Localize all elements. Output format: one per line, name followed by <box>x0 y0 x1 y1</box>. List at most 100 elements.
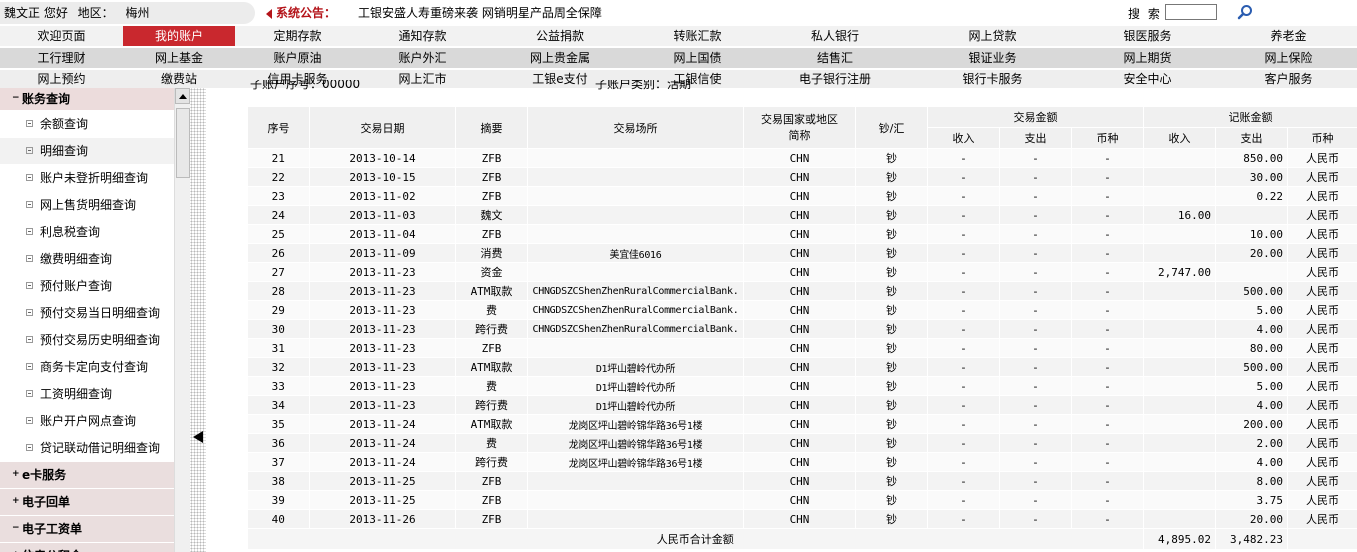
nav-item-2-5[interactable]: 网上贵金属 <box>485 48 635 68</box>
sidebar-section-2[interactable]: + e卡服务 <box>0 462 174 489</box>
cell-t-out: - <box>999 471 1072 491</box>
nav-item-2-8[interactable]: 银证业务 <box>910 48 1075 68</box>
sidebar-item[interactable]: 预付交易历史明细查询 <box>0 327 174 354</box>
table-row: 25 2013-11-04 ZFB CHN 钞 - - -10.00 人民币 <box>247 224 1357 244</box>
cell-b-cur: 人民币 <box>1287 224 1357 244</box>
cell-b-out: 500.00 <box>1215 281 1288 301</box>
cell-t-out: - <box>999 300 1072 320</box>
cell-t-out: - <box>999 186 1072 206</box>
table-row: 38 2013-11-25 ZFB CHN 钞 - - -8.00 人民币 <box>247 471 1357 491</box>
cell-b-out: 2.00 <box>1215 433 1288 453</box>
collapse-icon[interactable]: − <box>12 524 20 533</box>
cell-b-cur: 人民币 <box>1287 205 1357 225</box>
cell-t-out: - <box>999 395 1072 415</box>
sidebar-item[interactable]: 余额查询 <box>0 111 174 138</box>
sidebar-item-label: 明细查询 <box>40 144 89 158</box>
nav-item-2-10[interactable]: 网上保险 <box>1220 48 1357 68</box>
cell-t-cur: - <box>1071 452 1144 472</box>
cell-t-out: - <box>999 357 1072 377</box>
cell-summary: ZFB <box>455 224 528 244</box>
table-row: 30 2013-11-23 跨行费 CHNGDSZCShenZhenRuralComm… <box>247 319 1357 339</box>
scroll-thumb[interactable] <box>176 108 190 178</box>
nav-item-3-9[interactable]: 安全中心 <box>1075 70 1220 88</box>
sidebar-item[interactable]: 账户开户网点查询 <box>0 408 174 435</box>
cell-summary: ZFB <box>455 490 528 510</box>
sidebar-item-label: 预付交易当日明细查询 <box>40 306 161 320</box>
cell-t-out: - <box>999 452 1072 472</box>
cell-country: CHN <box>743 471 856 491</box>
cell-t-cur: - <box>1071 490 1144 510</box>
sidebar-item[interactable]: 网上售货明细查询 <box>0 192 174 219</box>
search-label: 搜 索 <box>1128 7 1162 21</box>
nav-item-1-2[interactable]: 我的账户 <box>123 26 235 46</box>
nav-item-2-9[interactable]: 网上期货 <box>1075 48 1220 68</box>
notice-text[interactable]: 工银安盛人寿重磅来袭 网销明星产品周全保障 <box>358 4 602 21</box>
sidebar-item[interactable]: 明细查询 <box>0 138 174 165</box>
cell-b-out <box>1215 205 1288 225</box>
cell-b-cur: 人民币 <box>1287 167 1357 187</box>
cell-place: 美宜佳6016 <box>527 243 744 263</box>
cell-date: 2013-11-25 <box>309 471 456 491</box>
nav-item-1-1[interactable]: 欢迎页面 <box>0 26 123 46</box>
nav-item-1-4[interactable]: 通知存款 <box>360 26 485 46</box>
collapse-sidebar-arrow-icon[interactable] <box>193 431 203 443</box>
cell-b-in <box>1143 167 1216 187</box>
sidebar-item[interactable]: 工资明细查询 <box>0 381 174 408</box>
table-row: 35 2013-11-24 ATM取款 龙岗区坪山碧岭锦华路36号1楼 CHN 钞 - - -2… <box>247 414 1357 434</box>
cell-b-cur: 人民币 <box>1287 357 1357 377</box>
notice-label: 系统公告： <box>266 4 336 21</box>
sidebar-item[interactable]: 缴费明细查询 <box>0 246 174 273</box>
tree-leaf-icon <box>26 255 33 262</box>
cell-t-cur: - <box>1071 471 1144 491</box>
sidebar-scrollbar[interactable] <box>174 88 190 552</box>
nav-item-2-3[interactable]: 账户原油 <box>235 48 360 68</box>
sidebar-section-3[interactable]: + 电子回单 <box>0 489 174 516</box>
nav-item-3-1[interactable]: 网上预约 <box>0 70 123 88</box>
sidebar-section-5[interactable]: +住房公积金 <box>0 543 174 552</box>
cell-b-cur: 人民币 <box>1287 186 1357 206</box>
sidebar-item[interactable]: 商务卡定向支付查询 <box>0 354 174 381</box>
sidebar-item[interactable]: 贷记联动借记明细查询 <box>0 435 174 462</box>
sidebar-item-label: 商务卡定向支付查询 <box>40 360 149 374</box>
scroll-up-arrow-icon[interactable] <box>175 88 190 104</box>
sidebar-item[interactable]: 预付账户查询 <box>0 273 174 300</box>
user-info: 魏文正 您好 地区： 梅州 <box>0 2 255 24</box>
nav-item-2-1[interactable]: 工行理财 <box>0 48 123 68</box>
cell-b-in <box>1143 224 1216 244</box>
nav-item-2-4[interactable]: 账户外汇 <box>360 48 485 68</box>
nav-item-3-10[interactable]: 客户服务 <box>1220 70 1357 88</box>
cell-place <box>527 148 744 168</box>
nav-item-1-8[interactable]: 网上贷款 <box>910 26 1075 46</box>
nav-item-1-3[interactable]: 定期存款 <box>235 26 360 46</box>
table-row: 36 2013-11-24 费龙岗区坪山碧岭锦华路36号1楼 CHN 钞 - - -2.00 人… <box>247 433 1357 453</box>
sidebar-item[interactable]: 账户未登折明细查询 <box>0 165 174 192</box>
table-row: 34 2013-11-23 跨行费 D1坪山碧岭代办所 CHN 钞 - - -4.00 人民币 <box>247 395 1357 415</box>
cell-b-in <box>1143 471 1216 491</box>
expand-icon[interactable]: + <box>12 497 20 506</box>
collapse-icon[interactable]: − <box>12 94 20 103</box>
search-icon[interactable] <box>1237 4 1253 20</box>
nav-item-2-6[interactable]: 网上国债 <box>635 48 760 68</box>
header-book-currency: 币种 <box>1287 127 1357 149</box>
sidebar-item[interactable]: 利息税查询 <box>0 219 174 246</box>
sidebar-section-4[interactable]: − 电子工资单 <box>0 516 174 543</box>
nav-item-1-6[interactable]: 转账汇款 <box>635 26 760 46</box>
nav-item-2-2[interactable]: 网上基金 <box>123 48 235 68</box>
search-input[interactable] <box>1165 4 1217 20</box>
cell-summary: ZFB <box>455 338 528 358</box>
sidebar-item[interactable]: 预付交易当日明细查询 <box>0 300 174 327</box>
nav-item-1-5[interactable]: 公益捐款 <box>485 26 635 46</box>
cell-b-cur: 人民币 <box>1287 471 1357 491</box>
cell-b-cur: 人民币 <box>1287 148 1357 168</box>
nav-item-1-7[interactable]: 私人银行 <box>760 26 910 46</box>
nav-item-2-7[interactable]: 结售汇 <box>760 48 910 68</box>
detail-table-container: 序号 交易日期 摘要 交易场所 交易国家或地区简称 钞/汇 交易金额 记账金额 … <box>247 106 1357 550</box>
nav-item-1-10[interactable]: 养老金 <box>1220 26 1357 46</box>
nav-item-3-2[interactable]: 缴费站 <box>123 70 235 88</box>
cell-b-in <box>1143 414 1216 434</box>
cell-b-cur: 人民币 <box>1287 414 1357 434</box>
nav-item-1-9[interactable]: 银医服务 <box>1075 26 1220 46</box>
expand-icon[interactable]: + <box>12 470 20 479</box>
cell-b-cur: 人民币 <box>1287 338 1357 358</box>
sidebar-section-1[interactable]: − 账务查询 <box>0 88 174 111</box>
